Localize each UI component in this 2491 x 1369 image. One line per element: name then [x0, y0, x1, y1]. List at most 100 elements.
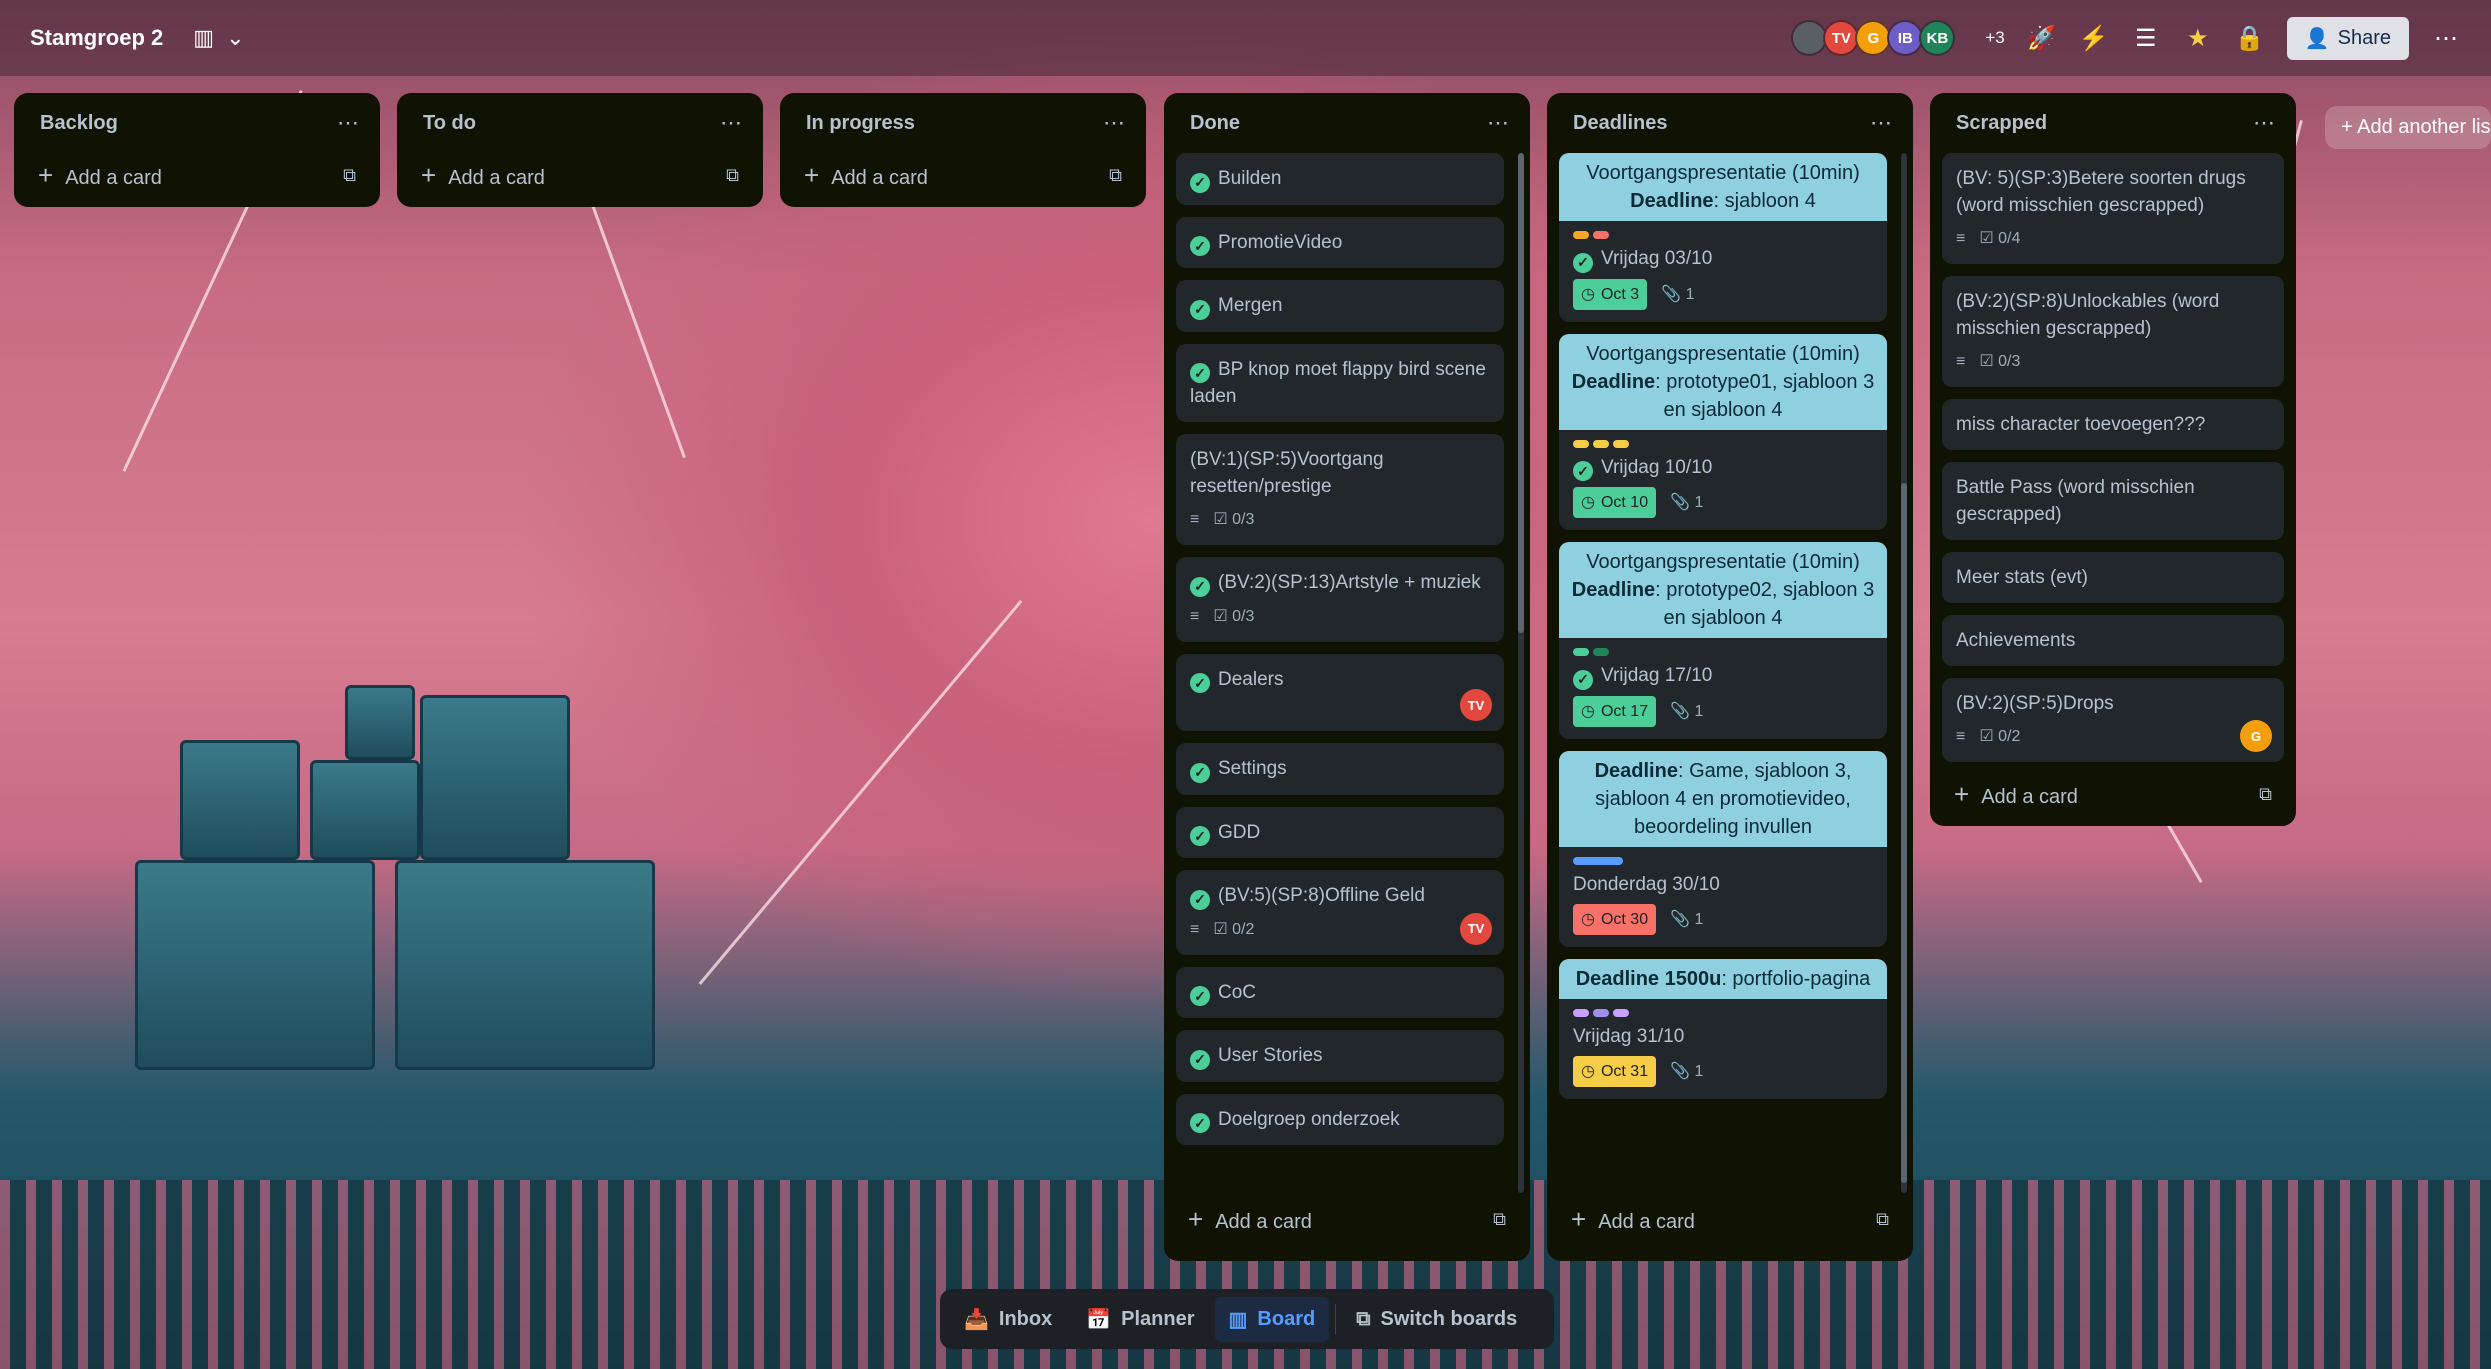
add-another-list-button[interactable]: + Add another list	[2325, 106, 2491, 149]
visibility-lock-icon[interactable]: 🔒	[2235, 24, 2265, 53]
due-date-badge[interactable]: ◷ Oct 30	[1573, 903, 1657, 935]
nav-switch-boards[interactable]: ⧉ Switch boards	[1342, 1298, 1531, 1341]
complete-check-icon[interactable]: ✓	[1573, 669, 1593, 690]
card-label[interactable]	[1613, 439, 1629, 448]
list-item[interactable]: ✓ Dealers TV	[1176, 653, 1504, 731]
add-card-button[interactable]: + Add a card ⧉	[1942, 772, 2284, 816]
list-item[interactable]: ✓ (BV:2)(SP:13)Artstyle + muziek ≡ ☑ 0/3	[1176, 557, 1504, 642]
nav-planner[interactable]: 📅 Planner	[1072, 1297, 1208, 1342]
add-card-button[interactable]: + Add a card ⧉	[792, 153, 1134, 197]
complete-check-icon[interactable]: ✓	[1190, 673, 1210, 693]
card-template-icon[interactable]: ⧉	[343, 165, 356, 186]
deadline-card[interactable]: Voortgangspresentatie (10min) Deadline: p…	[1559, 542, 1887, 739]
board-title[interactable]: Stamgroep 2	[30, 25, 163, 51]
more-options-icon[interactable]: ⋯	[2431, 24, 2461, 53]
list-item[interactable]: (BV:2)(SP:8)Unlockables (word misschien …	[1942, 276, 2284, 387]
list-title[interactable]: To do	[423, 112, 476, 135]
card-template-icon[interactable]: ⧉	[2259, 784, 2272, 805]
list-item[interactable]: ✓ Mergen	[1176, 280, 1504, 332]
member-avatar[interactable]	[1791, 20, 1828, 56]
deadline-card[interactable]: Deadline 1500u: portfolio-pagina Vrijdag …	[1559, 958, 1887, 1099]
list-item[interactable]: (BV: 5)(SP:3)Betere soorten drugs (word …	[1942, 153, 2284, 264]
complete-check-icon[interactable]: ✓	[1573, 461, 1593, 481]
card-labels[interactable]	[1573, 231, 1873, 239]
add-card-button[interactable]: + Add a card ⧉	[1176, 1197, 1518, 1241]
card-label[interactable]	[1593, 648, 1609, 656]
card-labels[interactable]	[1573, 1008, 1873, 1017]
list-title[interactable]: Backlog	[40, 112, 118, 135]
complete-check-icon[interactable]: ✓	[1190, 576, 1210, 597]
list-scrollbar[interactable]	[1901, 153, 1907, 1193]
filter-icon[interactable]: ☰	[2131, 24, 2161, 53]
list-title[interactable]: Deadlines	[1573, 112, 1667, 135]
list-item[interactable]: ✓ CoC	[1176, 966, 1504, 1018]
add-card-button[interactable]: + Add a card ⧉	[409, 153, 751, 197]
list-menu-icon[interactable]: ⋯	[1870, 110, 1893, 136]
member-avatar[interactable]: KB	[1919, 20, 1956, 56]
list-title[interactable]: Scrapped	[1956, 112, 2047, 135]
card-label[interactable]	[1613, 1008, 1629, 1017]
complete-check-icon[interactable]: ✓	[1190, 299, 1210, 320]
due-date-badge[interactable]: ◷ Oct 17	[1573, 695, 1657, 727]
due-date-badge[interactable]: ◷ Oct 31	[1573, 1055, 1657, 1087]
card-template-icon[interactable]: ⧉	[1876, 1209, 1889, 1230]
member-avatar[interactable]: IB	[1887, 20, 1924, 56]
card-labels[interactable]	[1573, 648, 1873, 656]
complete-check-icon[interactable]: ✓	[1573, 252, 1593, 273]
list-item[interactable]: ✓ User Stories	[1176, 1030, 1504, 1082]
card-label[interactable]	[1593, 439, 1609, 448]
list-menu-icon[interactable]: ⋯	[1487, 110, 1510, 136]
complete-check-icon[interactable]: ✓	[1190, 889, 1210, 910]
card-label[interactable]	[1573, 231, 1589, 239]
complete-check-icon[interactable]: ✓	[1190, 363, 1210, 383]
list-title[interactable]: Done	[1190, 112, 1240, 135]
board-members[interactable]: TV G IB KB	[1791, 20, 1956, 56]
nav-inbox[interactable]: 📥 Inbox	[950, 1297, 1066, 1342]
card-label[interactable]	[1573, 439, 1589, 448]
card-member-avatar[interactable]: G	[2240, 720, 2272, 752]
list-menu-icon[interactable]: ⋯	[720, 110, 743, 136]
complete-check-icon[interactable]: ✓	[1190, 236, 1210, 256]
card-label[interactable]	[1573, 1008, 1589, 1017]
card-label[interactable]	[1573, 648, 1589, 656]
more-members-count[interactable]: +3	[1985, 28, 2004, 48]
deadline-card[interactable]: Voortgangspresentatie (10min) Deadline: s…	[1559, 153, 1887, 322]
list-item[interactable]: Battle Pass (word misschien gescrapped)	[1942, 462, 2284, 540]
list-item[interactable]: ✓ Settings	[1176, 743, 1504, 795]
list-item[interactable]: ✓ Doelgroep onderzoek	[1176, 1093, 1504, 1145]
complete-check-icon[interactable]: ✓	[1190, 172, 1210, 193]
complete-check-icon[interactable]: ✓	[1190, 1049, 1210, 1070]
deadline-card[interactable]: Voortgangspresentatie (10min) Deadline: p…	[1559, 333, 1887, 530]
list-item[interactable]: ✓ (BV:5)(SP:8)Offline Geld ≡ ☑ 0/2 TV	[1176, 870, 1504, 955]
card-label[interactable]	[1573, 856, 1623, 865]
due-date-badge[interactable]: ◷ Oct 3	[1573, 278, 1648, 310]
card-label[interactable]	[1593, 231, 1609, 239]
card-labels[interactable]	[1573, 439, 1873, 448]
card-member-avatar[interactable]: TV	[1460, 689, 1492, 721]
board-view-switcher[interactable]: ▥ ⌄	[193, 25, 244, 51]
card-label[interactable]	[1593, 1008, 1609, 1017]
complete-check-icon[interactable]: ✓	[1190, 986, 1210, 1006]
list-item[interactable]: ✓ Builden	[1176, 153, 1504, 205]
member-avatar[interactable]: G	[1855, 20, 1892, 56]
automation-icon[interactable]: ⚡	[2079, 24, 2109, 53]
star-icon[interactable]: ★	[2183, 24, 2213, 53]
list-item[interactable]: (BV:2)(SP:5)Drops ≡ ☑ 0/2 G	[1942, 678, 2284, 762]
deadline-card[interactable]: Deadline: Game, sjabloon 3, sjabloon 4 e…	[1559, 750, 1887, 947]
list-item[interactable]: Achievements	[1942, 615, 2284, 666]
list-item[interactable]: ✓ BP knop moet flappy bird scene laden	[1176, 343, 1504, 422]
nav-board[interactable]: ▥ Board	[1214, 1296, 1330, 1342]
list-scrollbar[interactable]	[1518, 153, 1524, 1193]
card-labels[interactable]	[1573, 856, 1873, 865]
list-menu-icon[interactable]: ⋯	[337, 110, 360, 136]
list-menu-icon[interactable]: ⋯	[1103, 110, 1126, 136]
complete-check-icon[interactable]: ✓	[1190, 762, 1210, 783]
card-template-icon[interactable]: ⧉	[726, 165, 739, 186]
list-menu-icon[interactable]: ⋯	[2253, 110, 2276, 136]
list-item[interactable]: (BV:1)(SP:5)Voortgang resetten/prestige ≡…	[1176, 434, 1504, 545]
list-item[interactable]: Meer stats (evt)	[1942, 552, 2284, 603]
complete-check-icon[interactable]: ✓	[1190, 826, 1210, 846]
card-template-icon[interactable]: ⧉	[1109, 165, 1122, 186]
list-item[interactable]: miss character toevoegen???	[1942, 399, 2284, 450]
list-item[interactable]: ✓ PromotieVideo	[1176, 216, 1504, 268]
